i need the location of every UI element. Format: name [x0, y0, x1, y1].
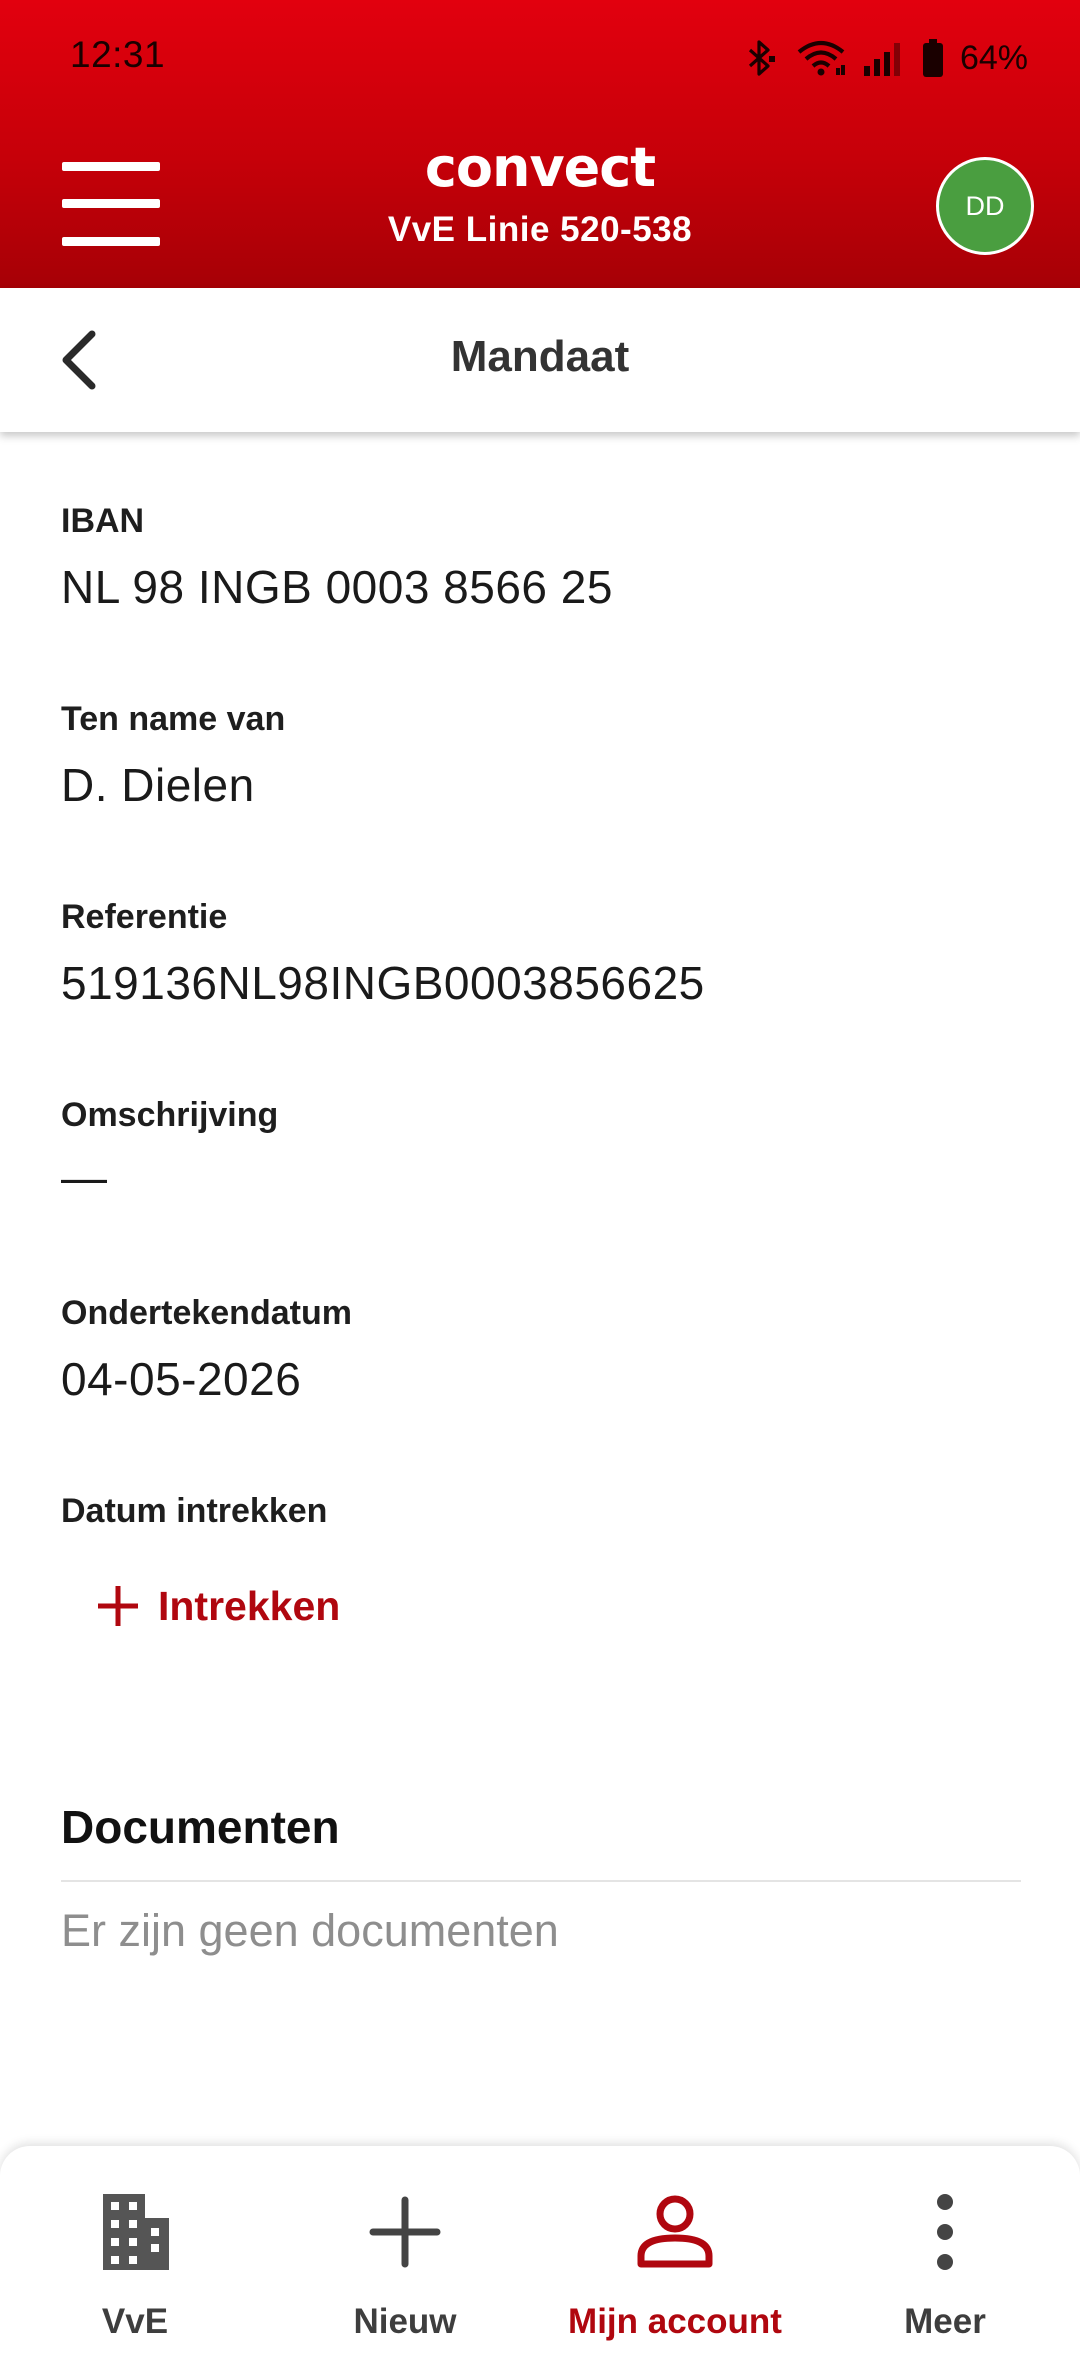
description-value: — — [61, 1151, 108, 1203]
documents-divider — [61, 1880, 1021, 1882]
avatar[interactable]: DD — [936, 157, 1034, 255]
signal-icon — [863, 43, 900, 76]
iban-label: IBAN — [61, 502, 145, 540]
revoke-button[interactable]: Intrekken — [96, 1576, 340, 1636]
reference-label: Referentie — [61, 898, 228, 936]
nav-label-nieuw: Nieuw — [353, 2302, 457, 2341]
status-time: 12:31 — [70, 34, 166, 75]
page-subheader: Mandaat — [0, 288, 1080, 432]
app-header: 12:31 64% convect VvE Linie 520-538 DD — [0, 0, 1080, 288]
page-title: Mandaat — [450, 332, 630, 381]
iban-value: NL 98 INGB 0003 8566 25 — [61, 561, 613, 613]
description-label: Omschrijving — [61, 1096, 279, 1134]
status-icons: 64% — [740, 36, 1028, 80]
nav-item-vve[interactable]: VvE — [0, 2146, 270, 2376]
nav-label-vve: VvE — [101, 2302, 169, 2341]
bluetooth-icon — [748, 40, 775, 76]
wifi-icon — [797, 40, 845, 76]
nav-item-mijn-account[interactable]: Mijn account — [540, 2146, 810, 2376]
signing-date-value: 04-05-2026 — [61, 1353, 302, 1405]
building-icon — [103, 2194, 169, 2270]
revoke-date-label: Datum intrekken — [61, 1492, 328, 1530]
battery-icon — [922, 39, 943, 77]
documents-title: Documenten — [61, 1801, 340, 1853]
revoke-button-label: Intrekken — [158, 1582, 341, 1629]
plus-icon — [369, 2196, 441, 2268]
plus-icon — [98, 1586, 138, 1626]
nav-item-meer[interactable]: Meer — [810, 2146, 1080, 2376]
more-vertical-icon — [937, 2194, 953, 2270]
brand-logo: convect — [424, 136, 656, 199]
battery-percentage: 64% — [959, 38, 1028, 77]
signing-date-label: Ondertekendatum — [61, 1294, 352, 1332]
person-icon — [637, 2195, 713, 2268]
vve-name[interactable]: VvE Linie 520-538 — [300, 210, 780, 250]
account-holder-label: Ten name van — [61, 700, 286, 738]
account-holder-value: D. Dielen — [61, 759, 255, 811]
nav-label-meer: Meer — [904, 2302, 986, 2341]
nav-item-nieuw[interactable]: Nieuw — [270, 2146, 540, 2376]
reference-value: 519136NL98INGB0003856625 — [61, 957, 705, 1009]
bottom-navigation: VvE Nieuw Mijn account Meer — [0, 2146, 1080, 2376]
nav-label-mijn-account: Mijn account — [568, 2302, 782, 2341]
hamburger-menu-icon[interactable] — [62, 160, 160, 248]
back-arrow-icon[interactable] — [52, 328, 112, 392]
documents-empty-text: Er zijn geen documenten — [61, 1905, 559, 1956]
